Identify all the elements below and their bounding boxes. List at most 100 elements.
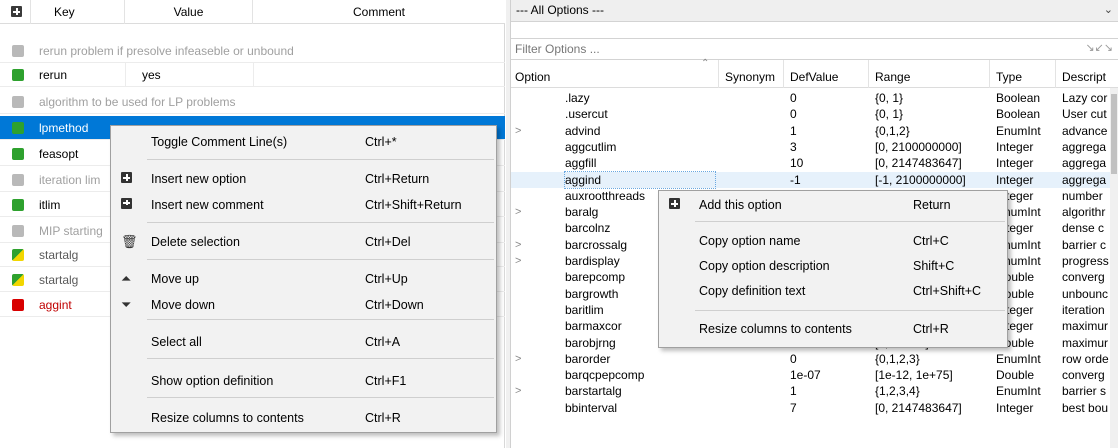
menu-separator (695, 221, 1005, 222)
add-row-icon[interactable] (11, 6, 22, 17)
header-insert-cell[interactable] (0, 0, 31, 24)
expand-icon[interactable] (515, 318, 529, 334)
header-defvalue[interactable]: DefValue (784, 60, 869, 88)
menu-item-shortcut: Ctrl+C (913, 234, 949, 248)
menu-item-label: Resize columns to contents (699, 322, 852, 336)
menu-item-label: Insert new option (151, 172, 247, 186)
row-key: rerun problem if presolve infeaseble or … (39, 44, 294, 58)
menu-item-shortcut: Ctrl+R (913, 322, 949, 336)
menu-item[interactable]: Toggle Comment Line(s) Ctrl+* (111, 129, 496, 155)
menu-item-shortcut: Ctrl+Shift+Return (365, 198, 462, 212)
expand-icon[interactable] (515, 155, 529, 171)
menu-item[interactable]: Copy option name Ctrl+C (659, 228, 1007, 254)
option-row[interactable]: aggfill 10 [0, 2147483647] Integer aggrega (511, 155, 1111, 171)
menu-item-shortcut: Return (913, 198, 951, 212)
option-description: advance (1062, 124, 1108, 138)
clear-filter-icon[interactable]: ↘↙↘ (1085, 41, 1113, 54)
expand-icon[interactable] (515, 269, 529, 285)
header-key[interactable]: Key (31, 0, 125, 24)
menu-item[interactable]: Copy option description Shift+C (659, 253, 1007, 279)
expand-icon[interactable] (515, 302, 529, 318)
option-name: bbinterval (565, 401, 618, 415)
expand-icon[interactable] (515, 286, 529, 302)
expand-icon[interactable] (515, 367, 529, 383)
option-row[interactable]: > barorder 0 {0,1,2,3} EnumInt row orde (511, 351, 1111, 367)
menu-item-shortcut: Ctrl+R (365, 411, 401, 425)
menu-item-label: Move up (151, 272, 199, 286)
option-type: Boolean (996, 107, 1041, 121)
menu-item[interactable]: ⏷ Move down Ctrl+Down (111, 292, 496, 318)
option-description: dense c (1062, 221, 1105, 235)
option-row[interactable]: aggcutlim 3 [0, 2100000000] Integer aggrega (511, 139, 1111, 155)
option-description: unbounc (1062, 287, 1109, 301)
expand-icon[interactable]: > (515, 383, 529, 399)
option-type: Boolean (996, 91, 1041, 105)
expand-icon[interactable]: > (515, 351, 529, 367)
expand-icon[interactable] (515, 172, 529, 188)
option-default: 0 (790, 107, 797, 121)
menu-item[interactable]: Select all Ctrl+A (111, 329, 496, 355)
option-range: [1e-12, 1e+75] (875, 368, 953, 382)
vertical-scrollbar[interactable] (1110, 88, 1118, 448)
menu-item[interactable]: Add this option Return (659, 192, 1007, 218)
chevron-down-icon[interactable]: ⌄ (1104, 3, 1113, 16)
filter-placeholder: Filter Options ... (515, 42, 600, 56)
header-description[interactable]: Descript (1056, 60, 1111, 88)
expand-icon[interactable]: > (515, 237, 529, 253)
expand-icon[interactable] (515, 335, 529, 351)
option-type: Integer (996, 140, 1034, 154)
option-range: {0, 1} (875, 107, 904, 121)
row-value[interactable]: yes (142, 63, 161, 87)
menu-item[interactable]: ⏶ Move up Ctrl+Up (111, 266, 496, 292)
table-row[interactable]: algorithm to be used for LP problems (0, 90, 505, 114)
option-row[interactable]: bbinterval 7 [0, 2147483647] Integer best bo… (511, 400, 1111, 416)
header-value[interactable]: Value (125, 0, 253, 24)
header-option[interactable]: Option (511, 60, 719, 88)
menu-item[interactable]: Copy definition text Ctrl+Shift+C (659, 278, 1007, 304)
expand-icon[interactable] (515, 188, 529, 204)
header-type[interactable]: Type (990, 60, 1056, 88)
menu-item-label: Copy definition text (699, 284, 806, 298)
option-name: advind (565, 124, 601, 138)
option-name: aggind (564, 171, 716, 189)
option-row[interactable]: aggind -1 [-1, 2100000000] Integer aggrega (511, 171, 1111, 189)
valid-status-icon (12, 69, 24, 81)
table-row[interactable]: rerun problem if presolve infeaseble or … (0, 39, 505, 63)
scrollbar-thumb[interactable] (1111, 94, 1117, 174)
option-group-combo[interactable]: --- All Options --- ⌄ (511, 0, 1118, 22)
filter-input[interactable]: Filter Options ... ↘↙↘ (511, 38, 1118, 60)
menu-item[interactable]: Insert new comment Ctrl+Shift+Return (111, 192, 496, 218)
menu-item[interactable]: 🗑 Delete selection Ctrl+Del (111, 229, 496, 255)
menu-item-shortcut: Ctrl+Down (365, 298, 424, 312)
header-synonym[interactable]: Synonym (719, 60, 784, 88)
option-range: {0,1,2,3} (875, 352, 920, 366)
header-range[interactable]: Range (869, 60, 990, 88)
menu-separator (147, 397, 494, 398)
row-key: iteration lim (39, 173, 101, 187)
option-row[interactable]: > barstartalg 1 {1,2,3,4} EnumInt barrier s (511, 383, 1111, 399)
expand-icon[interactable]: > (515, 123, 529, 139)
menu-item[interactable]: Insert new option Ctrl+Return (111, 166, 496, 192)
menu-item[interactable]: Resize columns to contents Ctrl+R (659, 316, 1007, 342)
option-default: 10 (790, 156, 804, 170)
table-row[interactable]: rerun yes (0, 63, 505, 87)
option-description: aggrega (1062, 140, 1107, 154)
warning-status-icon (12, 249, 24, 261)
menu-item[interactable]: Show option definition Ctrl+F1 (111, 368, 496, 394)
option-row[interactable]: barqcpepcomp 1e-07 [1e-12, 1e+75] Double con… (511, 367, 1111, 383)
header-comment[interactable]: Comment (253, 0, 505, 24)
option-name: .usercut (565, 107, 608, 121)
sort-ascending-icon: ⌃ (701, 58, 710, 69)
option-row[interactable]: .lazy 0 {0, 1} Boolean Lazy cor (511, 90, 1111, 106)
expand-icon[interactable] (515, 400, 529, 416)
option-range: {0, 1} (875, 91, 904, 105)
expand-icon[interactable] (515, 220, 529, 236)
menu-item[interactable]: Resize columns to contents Ctrl+R (111, 405, 496, 431)
option-row[interactable]: .usercut 0 {0, 1} Boolean User cut (511, 106, 1111, 122)
expand-icon[interactable]: > (515, 204, 529, 220)
expand-icon[interactable] (515, 139, 529, 155)
expand-icon[interactable] (515, 106, 529, 122)
expand-icon[interactable] (515, 90, 529, 106)
expand-icon[interactable]: > (515, 253, 529, 269)
option-row[interactable]: > advind 1 {0,1,2} EnumInt advance (511, 123, 1111, 139)
